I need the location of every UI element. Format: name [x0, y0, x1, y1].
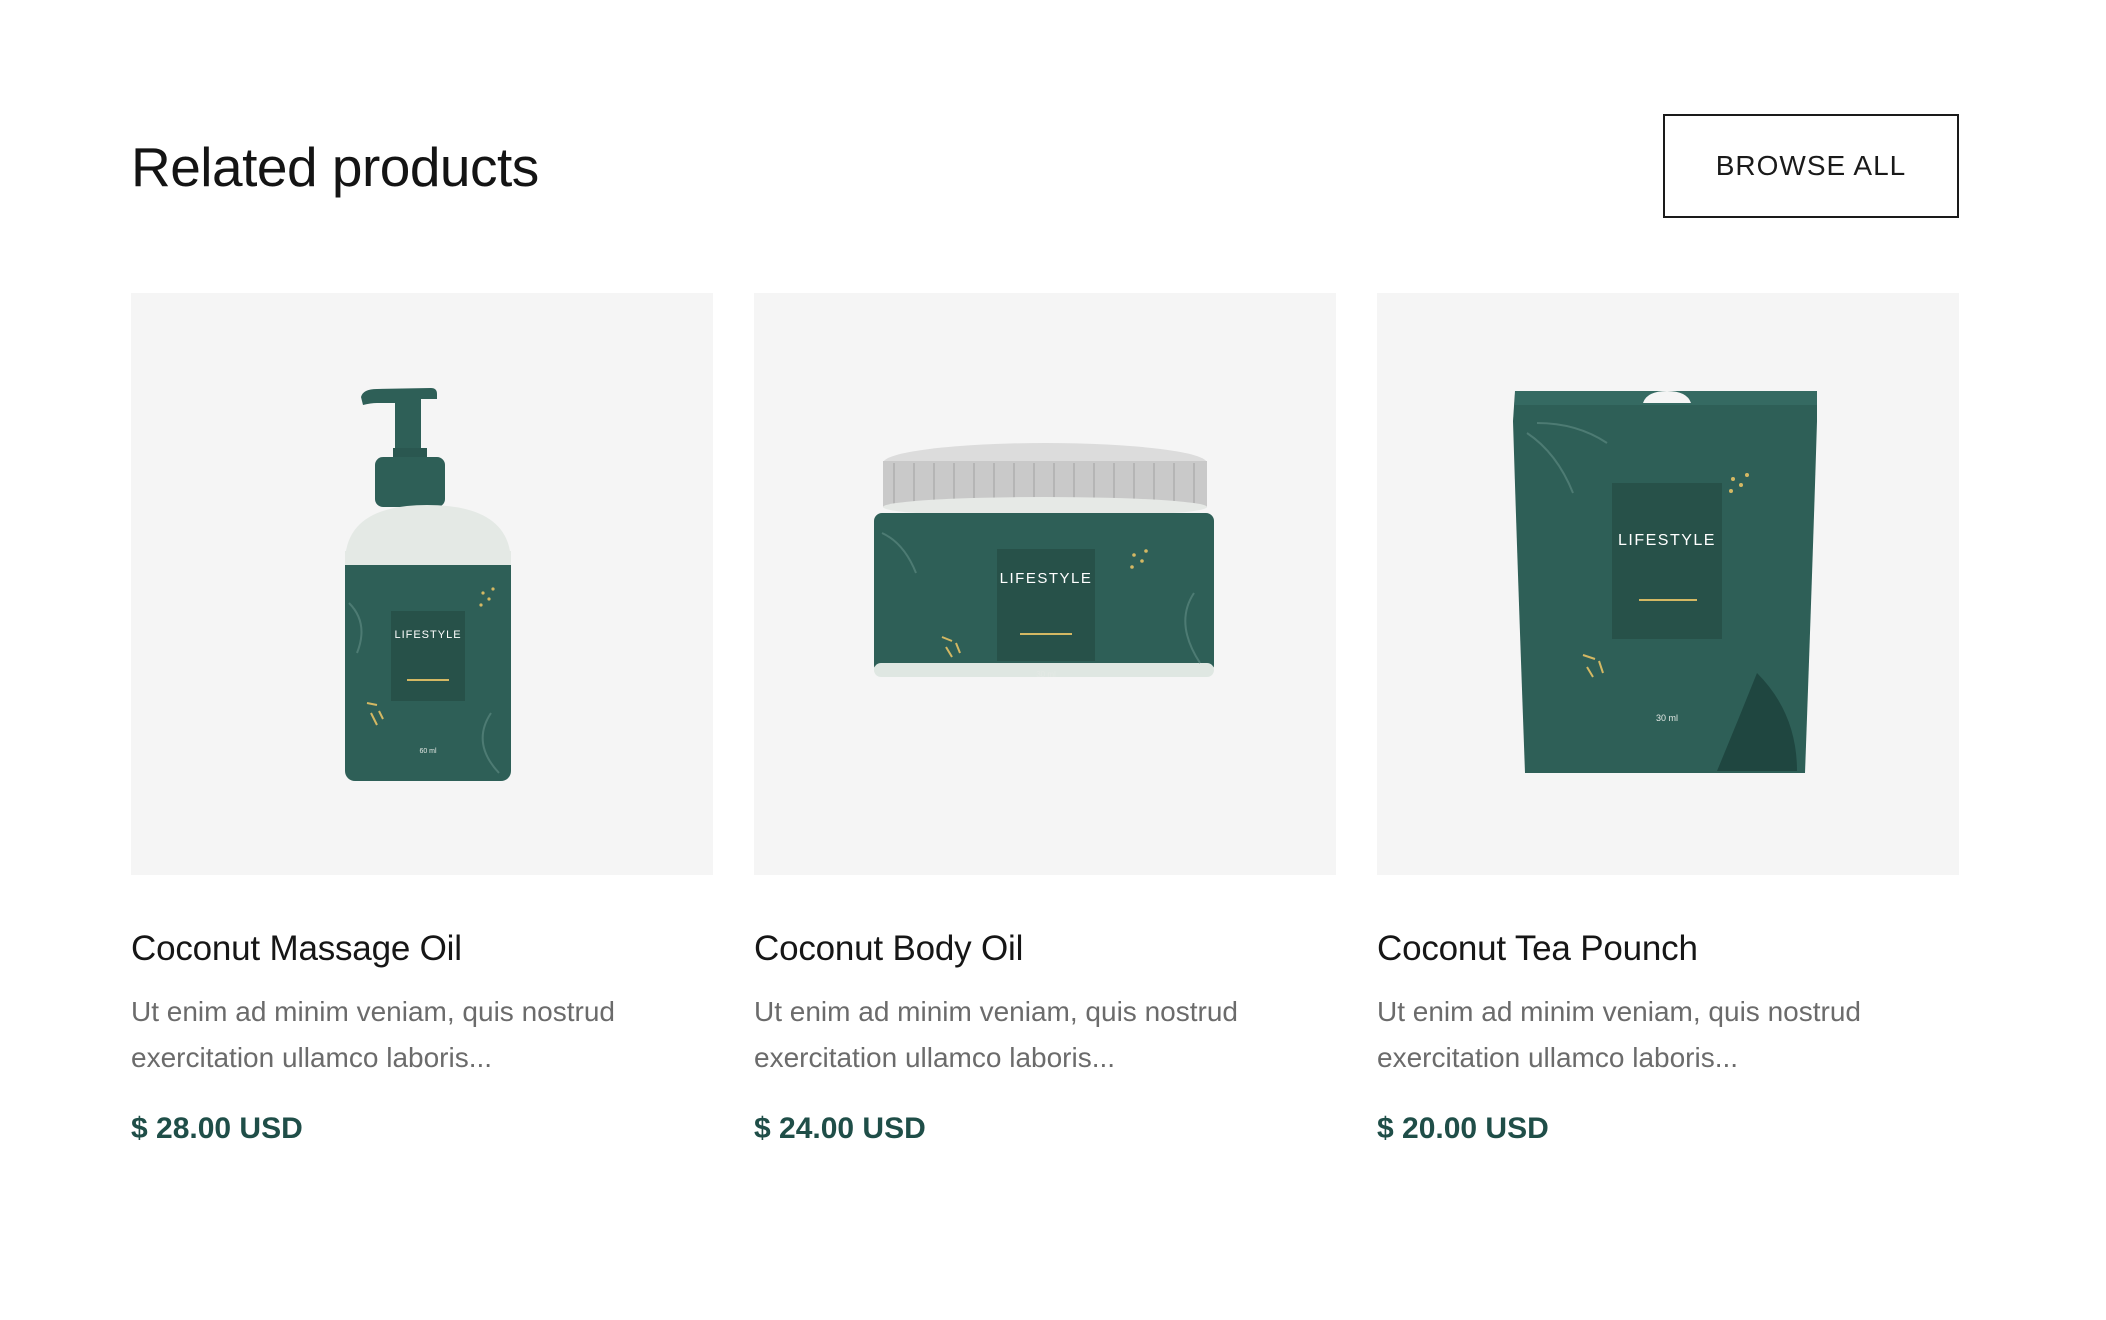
product-title[interactable]: Coconut Massage Oil	[131, 875, 713, 971]
product-grid: LIFESTYLE 60 ml Coconut Massage Oil Ut e…	[131, 293, 1959, 1149]
pouch-volume-text: 30 ml	[1656, 713, 1678, 723]
product-card[interactable]: LIFESTYLE 30 ml Coconut Tea Pounch Ut en…	[1377, 293, 1959, 1149]
product-description: Ut enim ad minim veniam, quis nostrud ex…	[1377, 996, 1861, 1073]
product-image-body-oil[interactable]: LIFESTYLE 30 ml	[754, 293, 1336, 875]
product-card[interactable]: LIFESTYLE 60 ml Coconut Massage Oil Ut e…	[131, 293, 713, 1149]
product-image-massage-oil[interactable]: LIFESTYLE 60 ml	[131, 293, 713, 875]
pouch-brand-text: LIFESTYLE	[1618, 532, 1716, 549]
jar-brand-text: LIFESTYLE	[1000, 570, 1093, 587]
product-description: Ut enim ad minim veniam, quis nostrud ex…	[131, 996, 615, 1073]
product-price: $ 20.00 USD	[1377, 1112, 1549, 1145]
product-price: $ 28.00 USD	[131, 1112, 303, 1145]
browse-all-button[interactable]: BROWSE ALL	[1663, 114, 1959, 218]
jar-image: LIFESTYLE 30 ml	[874, 443, 1214, 679]
bottle-volume-text: 60 ml	[419, 748, 437, 755]
product-card[interactable]: LIFESTYLE 30 ml Coconut Body Oil Ut enim…	[754, 293, 1336, 1149]
related-products-header: Related products BROWSE ALL	[131, 112, 1959, 220]
pouch-image: LIFESTYLE 30 ml	[1513, 391, 1817, 773]
product-title[interactable]: Coconut Tea Pounch	[1377, 875, 1959, 971]
section-title: Related products	[131, 136, 539, 198]
product-price: $ 24.00 USD	[754, 1112, 926, 1145]
pump-bottle-image: LIFESTYLE 60 ml	[345, 388, 511, 781]
product-description: Ut enim ad minim veniam, quis nostrud ex…	[754, 996, 1238, 1073]
bottle-brand-text: LIFESTYLE	[394, 629, 461, 641]
jar-volume-text: 30 ml	[1036, 670, 1056, 679]
product-title[interactable]: Coconut Body Oil	[754, 875, 1336, 971]
product-image-tea-pouch[interactable]: LIFESTYLE 30 ml	[1377, 293, 1959, 875]
